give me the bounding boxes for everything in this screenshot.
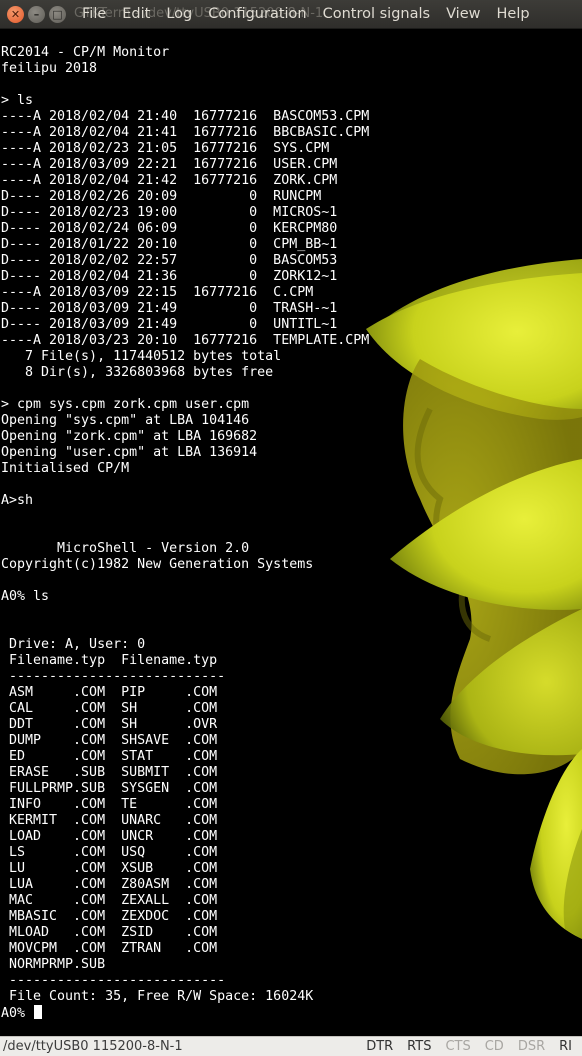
terminal-line: ----A 2018/02/04 21:41 16777216 BBCBASIC… bbox=[1, 125, 370, 140]
terminal-line: D---- 2018/02/23 19:00 0 MICROS~1 bbox=[1, 205, 338, 220]
terminal-line: ----A 2018/02/23 21:05 16777216 SYS.CPM bbox=[1, 141, 330, 156]
terminal-line: D---- 2018/02/04 21:36 0 ZORK12~1 bbox=[1, 269, 338, 284]
control-signals: DTR RTS CTS CD DSR RI bbox=[360, 1039, 580, 1054]
terminal-line: ----A 2018/03/23 20:10 16777216 TEMPLATE… bbox=[1, 333, 370, 348]
status-bar: /dev/ttyUSB0 115200-8-N-1 DTR RTS CTS CD DSR… bbox=[0, 1036, 582, 1056]
signal-ri: RI bbox=[559, 1039, 572, 1054]
terminal-line: Filename.typ Filename.typ bbox=[1, 653, 218, 668]
terminal-line: LS .COM USQ .COM bbox=[1, 845, 218, 860]
terminal-line: CAL .COM SH .COM bbox=[1, 701, 218, 716]
terminal-line: Initialised CP/M bbox=[1, 461, 130, 476]
terminal-output: RC2014 - CP/M Monitor feilipu 2018 > ls ---… bbox=[1, 45, 369, 1021]
terminal-area[interactable]: RC2014 - CP/M Monitor feilipu 2018 > ls ---… bbox=[0, 29, 582, 1036]
terminal-line: D---- 2018/01/22 20:10 0 CPM_BB~1 bbox=[1, 237, 338, 252]
terminal-line: ----A 2018/03/09 22:15 16777216 C.CPM bbox=[1, 285, 314, 300]
text-cursor bbox=[34, 1005, 43, 1019]
menu-log[interactable]: Log bbox=[158, 6, 200, 22]
terminal-line: LUA .COM Z80ASM .COM bbox=[1, 877, 218, 892]
menu-control-signals[interactable]: Control signals bbox=[315, 6, 438, 22]
terminal-line: DDT .COM SH .OVR bbox=[1, 717, 218, 732]
close-icon[interactable]: ✕ bbox=[7, 5, 24, 23]
terminal-line: MOVCPM .COM ZTRAN .COM bbox=[1, 941, 218, 956]
menu-configuration[interactable]: Configuration bbox=[200, 6, 314, 22]
terminal-line: LU .COM XSUB .COM bbox=[1, 861, 218, 876]
terminal-line: File Count: 35, Free R/W Space: 16024K bbox=[1, 989, 314, 1004]
window-controls: ✕ – □ bbox=[7, 5, 70, 23]
signal-dtr: DTR bbox=[366, 1039, 394, 1054]
signal-dsr: DSR bbox=[517, 1039, 546, 1054]
menu-view[interactable]: View bbox=[438, 6, 488, 22]
terminal-line: Opening "zork.cpm" at LBA 169682 bbox=[1, 429, 258, 444]
terminal-line: feilipu 2018 bbox=[1, 61, 98, 76]
terminal-line: NORMPRMP.SUB bbox=[1, 957, 106, 972]
terminal-line: D---- 2018/02/24 06:09 0 KERCPM80 bbox=[1, 221, 338, 236]
terminal-line: KERMIT .COM UNARC .COM bbox=[1, 813, 218, 828]
terminal-line: > ls bbox=[1, 93, 34, 108]
terminal-line: ED .COM STAT .COM bbox=[1, 749, 218, 764]
minimize-icon[interactable]: – bbox=[28, 5, 45, 23]
terminal-line: A0% ls bbox=[1, 589, 50, 604]
terminal-line: D---- 2018/02/02 22:57 0 BASCOM53 bbox=[1, 253, 338, 268]
terminal-prompt-line: A0% bbox=[1, 1005, 369, 1021]
terminal-line: LOAD .COM UNCR .COM bbox=[1, 829, 218, 844]
terminal-line: MLOAD .COM ZSID .COM bbox=[1, 925, 218, 940]
terminal-line: ----A 2018/02/04 21:42 16777216 ZORK.CPM bbox=[1, 173, 338, 188]
terminal-prompt: A0% bbox=[1, 1006, 34, 1021]
terminal-line: --------------------------- bbox=[1, 669, 226, 684]
terminal-line: ASM .COM PIP .COM bbox=[1, 685, 218, 700]
terminal-line: Opening "user.cpm" at LBA 136914 bbox=[1, 445, 258, 460]
terminal-line: A>sh bbox=[1, 493, 34, 508]
menu-bar: File Edit Log Configuration Control sign… bbox=[78, 6, 538, 22]
port-settings: /dev/ttyUSB0 115200-8-N-1 bbox=[3, 1039, 183, 1054]
maximize-icon[interactable]: □ bbox=[49, 5, 66, 23]
terminal-line: Drive: A, User: 0 bbox=[1, 637, 146, 652]
signal-cd: CD bbox=[484, 1039, 504, 1054]
menu-help[interactable]: Help bbox=[489, 6, 538, 22]
terminal-line: > cpm sys.cpm zork.cpm user.cpm bbox=[1, 397, 250, 412]
terminal-line: D---- 2018/03/09 21:49 0 TRASH-~1 bbox=[1, 301, 338, 316]
terminal-line: MicroShell - Version 2.0 bbox=[1, 541, 250, 556]
terminal-line: 8 Dir(s), 3326803968 bytes free bbox=[1, 365, 274, 380]
terminal-line: FULLPRMP.SUB SYSGEN .COM bbox=[1, 781, 218, 796]
signal-rts: RTS bbox=[407, 1039, 432, 1054]
terminal-line: RC2014 - CP/M Monitor bbox=[1, 45, 170, 60]
terminal-line: Copyright(c)1982 New Generation Systems bbox=[1, 557, 314, 572]
signal-cts: CTS bbox=[445, 1039, 471, 1054]
terminal-line: ERASE .SUB SUBMIT .COM bbox=[1, 765, 218, 780]
terminal-line: D---- 2018/03/09 21:49 0 UNTITL~1 bbox=[1, 317, 338, 332]
terminal-line: MAC .COM ZEXALL .COM bbox=[1, 893, 218, 908]
menu-edit[interactable]: Edit bbox=[114, 6, 158, 22]
title-bar: ✕ – □ GTKTerm - /dev/ttyUSB0 115200-8-N-… bbox=[0, 0, 582, 29]
terminal-line: ----A 2018/02/04 21:40 16777216 BASCOM53… bbox=[1, 109, 370, 124]
terminal-line: MBASIC .COM ZEXDOC .COM bbox=[1, 909, 218, 924]
terminal-line: Opening "sys.cpm" at LBA 104146 bbox=[1, 413, 250, 428]
terminal-line: INFO .COM TE .COM bbox=[1, 797, 218, 812]
terminal-line: D---- 2018/02/26 20:09 0 RUNCPM bbox=[1, 189, 322, 204]
terminal-line: DUMP .COM SHSAVE .COM bbox=[1, 733, 218, 748]
terminal-line: --------------------------- bbox=[1, 973, 226, 988]
terminal-line: ----A 2018/03/09 22:21 16777216 USER.CPM bbox=[1, 157, 338, 172]
terminal-line: 7 File(s), 117440512 bytes total bbox=[1, 349, 282, 364]
menu-file[interactable]: File bbox=[78, 6, 114, 22]
